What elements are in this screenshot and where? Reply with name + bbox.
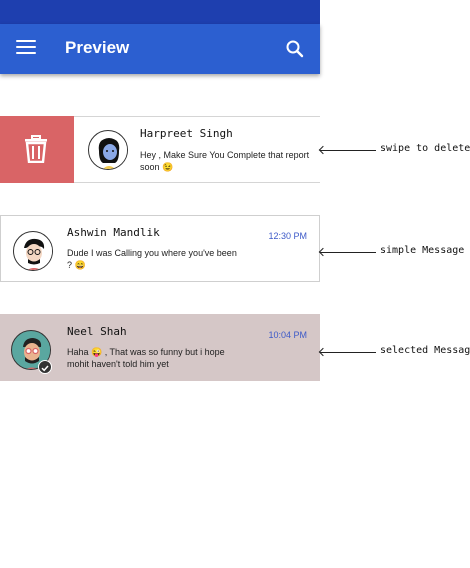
- status-bar: [0, 0, 320, 24]
- avatar: [88, 130, 128, 170]
- arrow-left-icon: [320, 252, 376, 253]
- message-time: 10:04 PM: [268, 330, 307, 340]
- annotation-text: simple Message: [380, 245, 465, 256]
- delete-action[interactable]: [0, 116, 74, 183]
- message-card-selected[interactable]: Neel Shah Haha 😜 , That was so funny but…: [0, 314, 320, 381]
- annotation-selected: selected Message: [320, 343, 470, 363]
- annotation-swipe: swipe to delete: [320, 141, 470, 161]
- sender-name: Harpreet Singh: [140, 127, 233, 140]
- sender-name: Neel Shah: [67, 325, 127, 338]
- arrow-left-icon: [320, 150, 376, 151]
- check-icon: [38, 360, 52, 374]
- annotation-simple: simple Message: [320, 243, 470, 263]
- message-preview: Haha 😜 , That was so funny but i hope mo…: [67, 347, 225, 369]
- message-time: 12:30 PM: [268, 231, 307, 241]
- arrow-left-icon: [320, 352, 376, 353]
- message-card[interactable]: Harpreet Singh Hey , Make Sure You Compl…: [74, 116, 320, 183]
- avatar: [13, 231, 53, 271]
- search-icon[interactable]: [285, 39, 305, 59]
- annotation-text: swipe to delete: [380, 143, 470, 154]
- message-preview: Dude I was Calling you where you've been…: [67, 248, 237, 270]
- trash-icon: [25, 135, 47, 163]
- annotation-text: selected Message: [380, 345, 470, 356]
- message-card-simple[interactable]: Ashwin Mandlik Dude I was Calling you wh…: [0, 215, 320, 282]
- menu-icon[interactable]: [16, 40, 36, 58]
- message-preview: Hey , Make Sure You Complete that report…: [140, 150, 310, 172]
- app-title: Preview: [65, 38, 130, 57]
- swipe-message-row[interactable]: Harpreet Singh Hey , Make Sure You Compl…: [0, 116, 320, 183]
- app-bar: Preview: [0, 24, 320, 74]
- sender-name: Ashwin Mandlik: [67, 226, 160, 239]
